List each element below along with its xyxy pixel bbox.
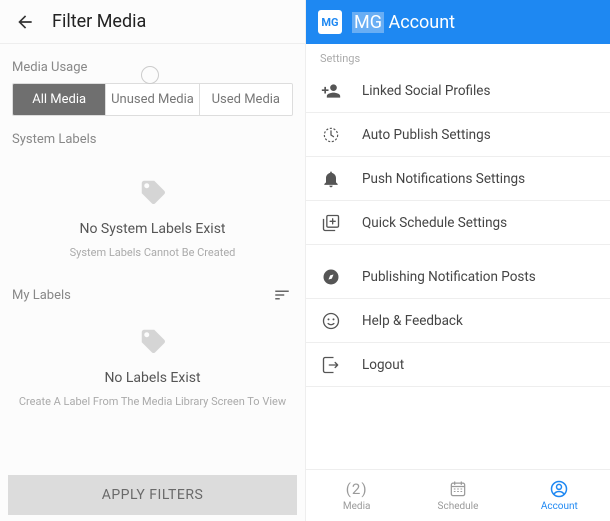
account-panel: MG MG Account Settings Linked Social Pro…: [305, 0, 610, 521]
account-icon: [549, 479, 569, 499]
filter-media-panel: Filter Media Media Usage All Media Unuse…: [0, 0, 305, 521]
tab-label: Schedule: [438, 501, 479, 512]
arrow-left-icon: [15, 12, 35, 32]
media-count: (2): [346, 480, 368, 498]
tab-schedule[interactable]: Schedule: [407, 470, 508, 521]
page-title: Filter Media: [52, 11, 146, 32]
settings-label: Settings: [306, 44, 610, 69]
calendar-icon: [448, 479, 468, 499]
tag-icon: [138, 326, 168, 356]
add-person-icon: [320, 80, 342, 102]
system-empty-sub: System Labels Cannot Be Created: [16, 245, 289, 260]
item-publishing-notification-posts[interactable]: Publishing Notification Posts: [306, 255, 610, 299]
item-help-feedback[interactable]: Help & Feedback: [306, 299, 610, 343]
face-icon: [320, 310, 342, 332]
compass-icon: [320, 266, 342, 288]
item-label: Push Notifications Settings: [362, 171, 525, 187]
auto-publish-icon: [320, 124, 342, 146]
queue-add-icon: [320, 212, 342, 234]
my-empty-title: No Labels Exist: [16, 370, 289, 386]
item-label: Auto Publish Settings: [362, 127, 491, 143]
sort-button[interactable]: [273, 286, 291, 304]
item-label: Linked Social Profiles: [362, 83, 490, 99]
media-usage-tabs: All Media Unused Media Used Media: [12, 83, 293, 116]
loading-spinner-icon: [141, 66, 159, 84]
my-labels-empty: No Labels Exist Create A Label From The …: [0, 304, 305, 419]
my-labels-heading: My Labels: [12, 288, 71, 303]
my-labels-row: My Labels: [0, 270, 305, 304]
item-push-notifications[interactable]: Push Notifications Settings: [306, 157, 610, 201]
item-label: Help & Feedback: [362, 313, 463, 329]
apply-filters-button[interactable]: APPLY FILTERS: [8, 475, 297, 515]
system-labels-empty: No System Labels Exist System Labels Can…: [0, 155, 305, 270]
item-auto-publish-settings[interactable]: Auto Publish Settings: [306, 113, 610, 157]
item-quick-schedule[interactable]: Quick Schedule Settings: [306, 201, 610, 245]
logout-icon: [320, 354, 342, 376]
tab-used-media[interactable]: Used Media: [199, 84, 292, 115]
tab-label: Account: [541, 501, 578, 512]
sort-icon: [273, 286, 291, 304]
back-button[interactable]: [14, 11, 36, 33]
tab-all-media[interactable]: All Media: [13, 84, 105, 115]
tag-icon: [138, 177, 168, 207]
tab-media[interactable]: (2) Media: [306, 470, 407, 521]
left-header: Filter Media: [0, 0, 305, 44]
header-title: MG Account: [352, 12, 455, 33]
item-label: Quick Schedule Settings: [362, 215, 507, 231]
tab-label: Media: [343, 501, 371, 512]
item-label: Publishing Notification Posts: [362, 269, 536, 285]
system-empty-title: No System Labels Exist: [16, 221, 289, 237]
my-empty-sub: Create A Label From The Media Library Sc…: [16, 394, 289, 409]
bottom-tabbar: (2) Media Schedule Account: [306, 469, 610, 521]
tab-unused-media[interactable]: Unused Media: [105, 84, 198, 115]
item-label: Logout: [362, 357, 404, 373]
item-logout[interactable]: Logout: [306, 343, 610, 387]
right-header: MG MG Account: [306, 0, 610, 44]
brand-logo: MG: [318, 10, 342, 34]
bell-icon: [320, 168, 342, 190]
system-labels-heading: System Labels: [0, 116, 305, 155]
tab-account[interactable]: Account: [509, 470, 610, 521]
item-linked-social-profiles[interactable]: Linked Social Profiles: [306, 69, 610, 113]
